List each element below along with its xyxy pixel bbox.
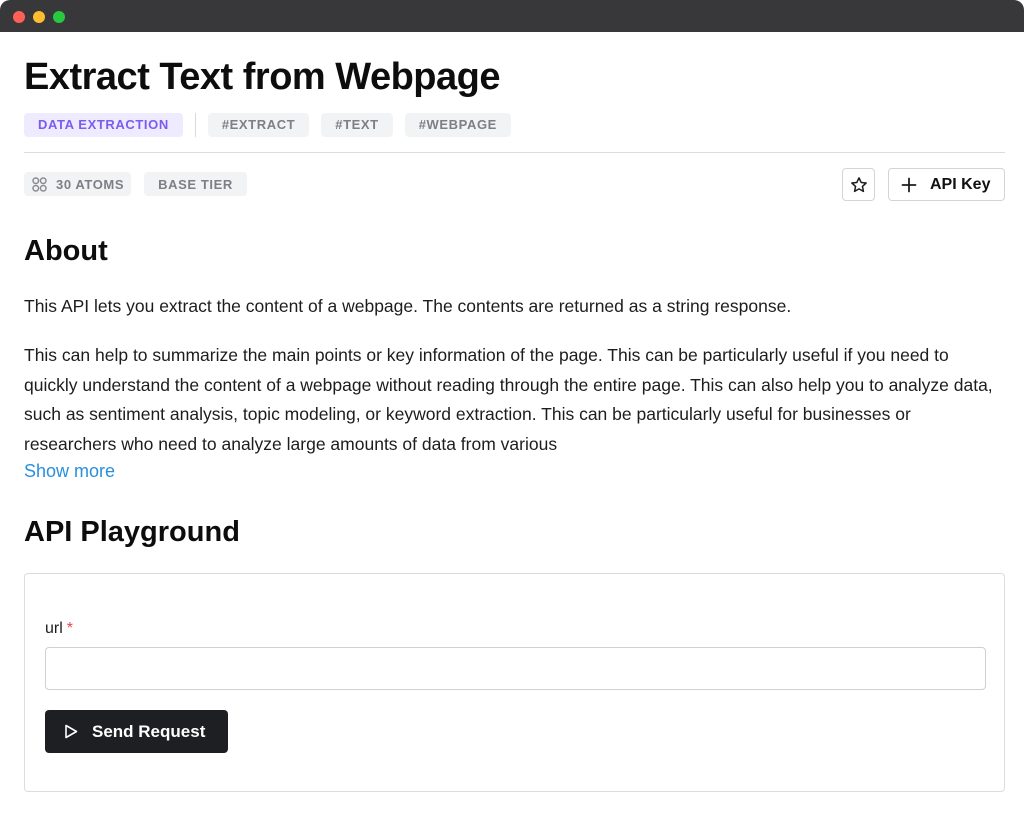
plus-icon [901, 177, 917, 192]
about-paragraph-1: This API lets you extract the content of… [24, 296, 792, 316]
category-tag[interactable]: DATA EXTRACTION [24, 113, 183, 137]
show-more-link[interactable]: Show more [24, 459, 115, 483]
meta-chips: 30 ATOMS BASE TIER [24, 172, 260, 196]
title-bar [0, 0, 1024, 32]
browser-window: Extract Text from Webpage DATA EXTRACTIO… [0, 0, 1024, 820]
send-request-label: Send Request [92, 721, 206, 741]
page-title: Extract Text from Webpage [24, 56, 501, 98]
about-paragraph-2: This can help to summarize the main poin… [24, 345, 993, 454]
tag-list: DATA EXTRACTION #EXTRACT #TEXT #WEBPAGE [24, 113, 523, 137]
atom-icon [32, 176, 47, 192]
atoms-count: 30 ATOMS [56, 176, 125, 192]
header-divider [24, 152, 1005, 153]
minimize-window-button[interactable] [33, 11, 45, 23]
hashtag-text[interactable]: #TEXT [321, 113, 393, 137]
url-input[interactable] [45, 647, 986, 690]
required-marker: * [66, 620, 74, 637]
hashtag-webpage[interactable]: #WEBPAGE [404, 113, 511, 137]
tier-badge: BASE TIER [144, 172, 247, 196]
api-key-label: API Key [930, 175, 991, 193]
tag-divider [194, 113, 196, 137]
play-icon [65, 724, 78, 739]
hashtag-extract[interactable]: #EXTRACT [207, 113, 310, 137]
maximize-window-button[interactable] [53, 11, 65, 23]
close-window-button[interactable] [13, 11, 25, 23]
about-heading: About [24, 235, 108, 267]
api-key-button[interactable]: API Key [888, 168, 1005, 201]
favorite-button[interactable] [842, 168, 875, 201]
star-icon [850, 176, 867, 192]
playground-heading: API Playground [24, 516, 240, 548]
url-label-text: url [45, 620, 63, 637]
send-request-button[interactable]: Send Request [45, 710, 228, 753]
atoms-badge: 30 ATOMS [24, 172, 132, 196]
url-field-label: url * [45, 619, 73, 639]
playground-panel: url * Send Request [24, 573, 1005, 792]
